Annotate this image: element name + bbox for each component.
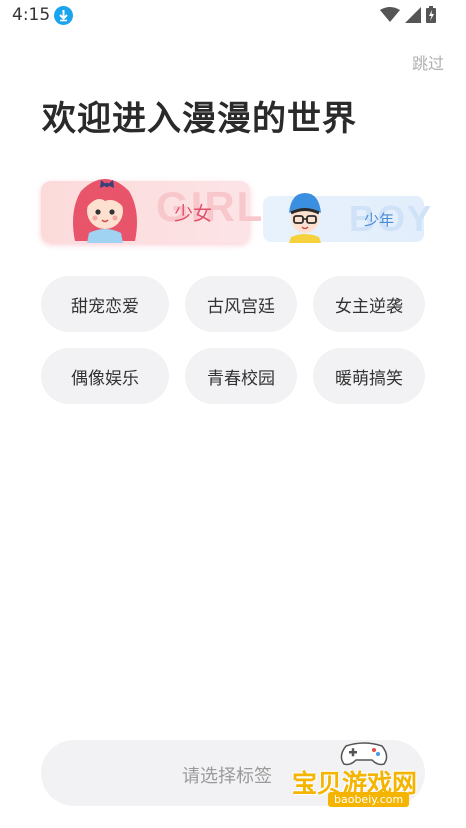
boy-avatar-icon — [289, 193, 321, 243]
status-bar: 4:15 — [0, 0, 466, 34]
tag-heroine-comeback[interactable]: 女主逆袭 — [313, 276, 425, 332]
download-icon — [54, 6, 73, 25]
tag-youth-campus[interactable]: 青春校园 — [185, 348, 297, 404]
tag-cute-comedy[interactable]: 暖萌搞笑 — [313, 348, 425, 404]
wifi-icon — [380, 6, 400, 27]
gender-girl-label: 少女 — [174, 203, 213, 225]
girl-avatar-icon — [73, 179, 137, 243]
watermark-url: baobeiy.com — [328, 792, 410, 807]
tag-ancient-palace[interactable]: 古风宫廷 — [185, 276, 297, 332]
select-tags-label: 请选择标签 — [182, 766, 272, 787]
site-watermark: 宝贝游戏网 baobeiy.com — [290, 738, 440, 818]
status-time: 4:15 — [12, 5, 51, 25]
tag-sweet-romance[interactable]: 甜宠恋爱 — [41, 276, 169, 332]
gender-boy-card[interactable]: BOY 少年 — [263, 193, 431, 243]
gender-boy-label: 少年 — [364, 211, 395, 229]
skip-button[interactable]: 跳过 — [412, 50, 444, 74]
battery-icon — [426, 6, 436, 27]
gender-girl-card[interactable]: GIRL 少女 — [41, 179, 262, 243]
signal-icon — [405, 6, 421, 27]
page-title: 欢迎进入漫漫的世界 — [42, 99, 357, 139]
tag-idol-entertainment[interactable]: 偶像娱乐 — [41, 348, 169, 404]
